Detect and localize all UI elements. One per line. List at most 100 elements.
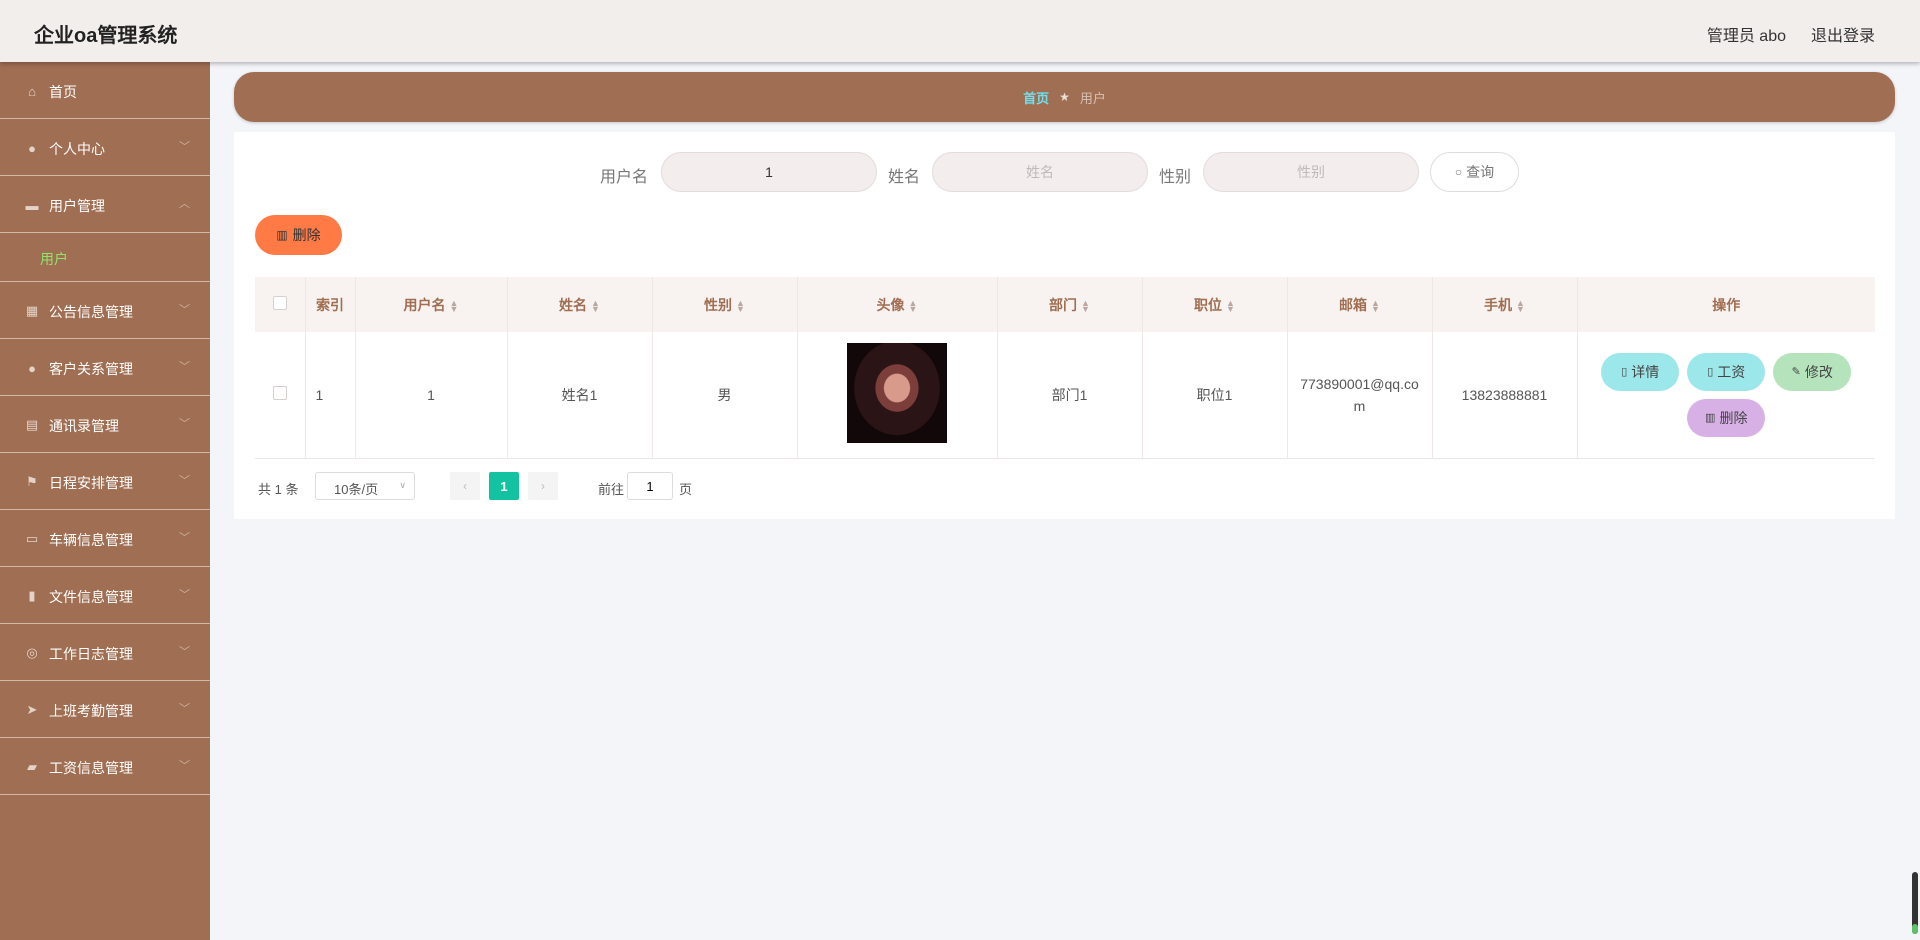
- name-input[interactable]: [932, 152, 1148, 192]
- avatar[interactable]: [847, 343, 947, 444]
- cell-department: 部门1: [997, 332, 1143, 459]
- sort-icon[interactable]: ▲ ▼: [1226, 298, 1235, 313]
- col-name[interactable]: 姓名 ▲ ▼: [507, 277, 653, 332]
- sidebar-item-label: 上班考勤管理: [49, 703, 133, 719]
- compass-icon: ◎: [26, 645, 38, 660]
- sidebar-item-label: 工资信息管理: [49, 760, 133, 776]
- sidebar-item-customer[interactable]: ● 客户关系管理 ﹀: [0, 339, 210, 396]
- chevron-down-icon: ﹀: [179, 141, 190, 153]
- sidebar-item-home[interactable]: ⌂ 首页: [0, 62, 210, 119]
- query-button[interactable]: ○ 查询: [1430, 152, 1519, 192]
- sidebar-subitem-users[interactable]: 用户: [0, 233, 210, 282]
- sidebar-item-personal[interactable]: ● 个人中心 ﹀: [0, 119, 210, 176]
- sidebar-item-user-mgmt[interactable]: ▬ 用户管理 ︿: [0, 176, 210, 233]
- sidebar-item-label: 个人中心: [49, 141, 105, 157]
- cell-phone: 13823888881: [1432, 332, 1578, 459]
- next-page-button[interactable]: ›: [528, 472, 558, 500]
- sidebar-item-label: 首页: [49, 84, 77, 100]
- chevron-up-icon: ︿: [179, 198, 190, 210]
- row-select-cell: [255, 332, 306, 459]
- goto-page-input[interactable]: [627, 472, 673, 500]
- trash-icon: ▥: [1705, 412, 1716, 425]
- page-number-current[interactable]: 1: [489, 472, 519, 500]
- sidebar-item-file[interactable]: ▮ 文件信息管理 ﹀: [0, 567, 210, 624]
- breadcrumb: 首页 ★ 用户: [234, 72, 1895, 122]
- sidebar-item-contacts[interactable]: ▤ 通讯录管理 ﹀: [0, 396, 210, 453]
- sort-icon[interactable]: ▲ ▼: [591, 298, 600, 313]
- cell-name: 姓名1: [507, 332, 653, 459]
- cell-gender: 男: [652, 332, 798, 459]
- sidebar-item-label: 客户关系管理: [49, 361, 133, 377]
- document-icon: ▯: [1707, 366, 1714, 379]
- breadcrumb-current: 用户: [1079, 90, 1106, 106]
- pagination-total: 共 1 条: [258, 482, 299, 497]
- detail-button[interactable]: ▯ 详情: [1601, 352, 1680, 391]
- sidebar-item-notice[interactable]: ▦ 公告信息管理 ﹀: [0, 282, 210, 339]
- batch-delete-button[interactable]: ▥ 删除: [255, 215, 342, 255]
- sort-icon[interactable]: ▲ ▼: [1371, 298, 1380, 313]
- row-actions: ▯ 详情 ▯ 工资 ✎ 修改 ▥ 删除: [1596, 352, 1856, 437]
- person-icon: ●: [28, 360, 36, 376]
- sort-icon[interactable]: ▲ ▼: [909, 298, 918, 313]
- sidebar: ⌂ 首页 ● 个人中心 ﹀ ▬ 用户管理 ︿ 用户 ▦ 公告信息管理 ﹀ ● 客…: [0, 62, 210, 940]
- sidebar-item-vehicle[interactable]: ▭ 车辆信息管理 ﹀: [0, 510, 210, 567]
- person-icon: ●: [28, 140, 36, 156]
- table-row: 1 1 姓名1 男 部门1 职位1 773890001@qq.com 13823…: [255, 332, 1875, 459]
- top-header: 企业oa管理系统 管理员 abo 退出登录: [0, 0, 1920, 62]
- sort-icon[interactable]: ▲ ▼: [450, 298, 459, 313]
- username-input[interactable]: [661, 152, 877, 192]
- grid-icon: ▦: [25, 303, 39, 318]
- chevron-right-icon: ›: [541, 479, 545, 493]
- col-email[interactable]: 邮箱 ▲ ▼: [1287, 277, 1433, 332]
- col-avatar[interactable]: 头像 ▲ ▼: [797, 277, 998, 332]
- query-button-label: 查询: [1466, 164, 1495, 180]
- row-checkbox[interactable]: [272, 386, 287, 401]
- page-suffix: 页: [679, 482, 693, 497]
- col-phone[interactable]: 手机 ▲ ▼: [1432, 277, 1578, 332]
- page-scrollbar[interactable]: [1912, 872, 1918, 934]
- sidebar-subitem-label: 用户: [40, 251, 68, 267]
- sidebar-item-attendance[interactable]: ➤ 上班考勤管理 ﹀: [0, 681, 210, 738]
- name-label: 姓名: [888, 169, 921, 186]
- gender-input[interactable]: [1203, 152, 1419, 192]
- page-size-select[interactable]: 10条/页 ∨: [315, 472, 415, 500]
- sort-icon[interactable]: ▲ ▼: [1081, 298, 1090, 313]
- row-delete-button[interactable]: ▥ 删除: [1687, 398, 1766, 437]
- username-label: 用户名: [600, 169, 649, 186]
- col-position[interactable]: 职位 ▲ ▼: [1142, 277, 1288, 332]
- sidebar-item-label: 通讯录管理: [49, 418, 119, 434]
- sidebar-item-schedule[interactable]: ⚑ 日程安排管理 ﹀: [0, 453, 210, 510]
- sidebar-item-label: 车辆信息管理: [49, 532, 133, 548]
- sidebar-item-label: 日程安排管理: [49, 475, 133, 491]
- content-panel: 用户名 姓名 性别 ○ 查询 ▥ 删除 索引 用户名▲▼ 姓名▲▼ 性别: [234, 132, 1895, 519]
- col-department[interactable]: 部门 ▲ ▼: [997, 277, 1143, 332]
- main-content: 首页 ★ 用户 用户名 姓名 性别 ○ 查询 ▥ 删除 索引: [234, 72, 1895, 519]
- clipboard-icon: ▮: [28, 588, 36, 603]
- cell-avatar: [797, 332, 998, 459]
- select-all-checkbox[interactable]: [272, 296, 287, 310]
- breadcrumb-separator-icon: ★: [1059, 90, 1070, 104]
- search-icon: ○: [1454, 165, 1463, 179]
- sidebar-item-worklog[interactable]: ◎ 工作日志管理 ﹀: [0, 624, 210, 681]
- col-gender[interactable]: 性别 ▲ ▼: [652, 277, 798, 332]
- prev-page-button[interactable]: ‹: [450, 472, 480, 500]
- chevron-down-icon: ﹀: [179, 646, 190, 658]
- sidebar-item-salary[interactable]: ▰ 工资信息管理 ﹀: [0, 738, 210, 795]
- edit-button[interactable]: ✎ 修改: [1773, 352, 1852, 391]
- col-username[interactable]: 用户名 ▲ ▼: [355, 277, 508, 332]
- col-index: 索引: [305, 277, 356, 332]
- document-icon: ▯: [1621, 366, 1628, 379]
- briefcase-icon: ▤: [25, 417, 39, 432]
- logout-link[interactable]: 退出登录: [1811, 22, 1875, 46]
- email-text: 773890001@qq.com: [1300, 375, 1419, 414]
- breadcrumb-home[interactable]: 首页: [1023, 88, 1049, 107]
- sort-icon[interactable]: ▲ ▼: [1516, 298, 1525, 313]
- table-header-row: 索引 用户名 ▲ ▼ 姓名 ▲ ▼ 性别 ▲ ▼ 头像 ▲ ▼ 部门 ▲ ▼ 职位 ▲ ▼ 邮箱 ▲ ▼ 手…: [255, 277, 1875, 332]
- chat-icon: ▭: [25, 531, 39, 546]
- delete-button-label: 删除: [292, 227, 321, 243]
- sidebar-item-label: 公告信息管理: [49, 304, 133, 320]
- select-all-cell: [255, 277, 306, 332]
- sidebar-item-label: 用户管理: [49, 198, 105, 214]
- sort-icon[interactable]: ▲ ▼: [736, 298, 745, 313]
- salary-button[interactable]: ▯ 工资: [1687, 352, 1766, 391]
